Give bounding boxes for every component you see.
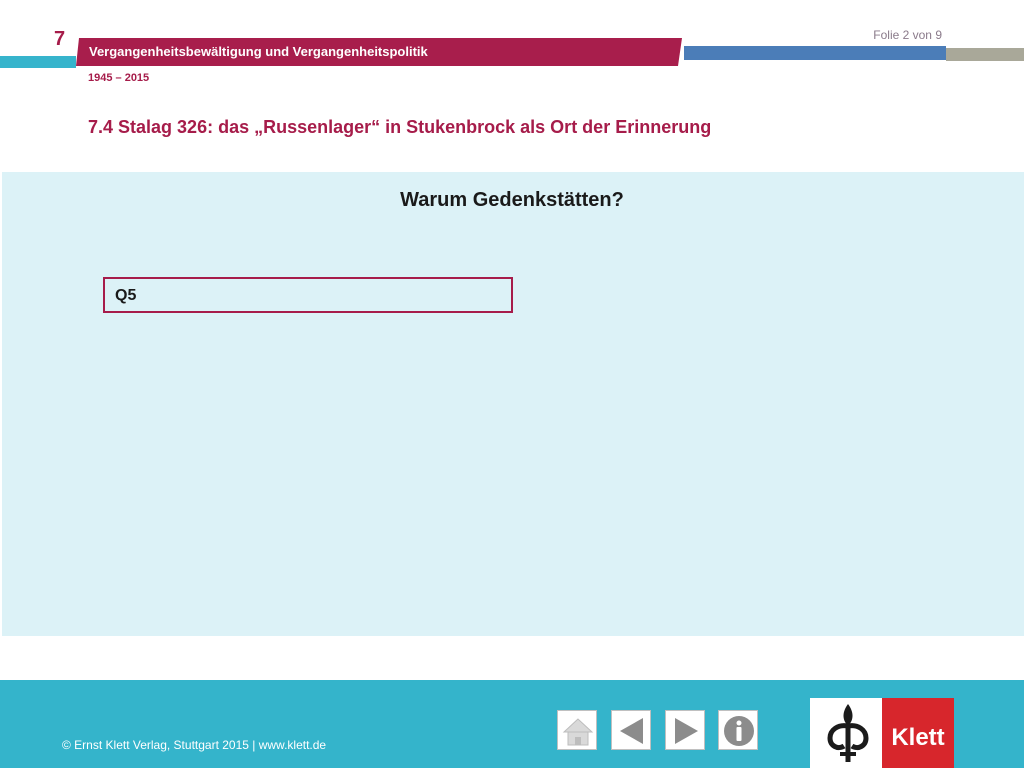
klett-emblem-icon (827, 704, 869, 762)
slide-counter: Folie 2 von 9 (873, 28, 942, 42)
arrow-left-icon (620, 718, 643, 744)
home-icon (562, 718, 594, 746)
info-icon (724, 716, 754, 746)
slide: 7 Vergangenheitsbewältigung und Vergange… (0, 0, 1024, 768)
content-panel (2, 172, 1024, 636)
source-label: Q5 (115, 287, 137, 304)
chapter-title: Vergangenheitsbewältigung und Vergangenh… (89, 44, 428, 59)
header-blue-stripe (684, 46, 946, 60)
arrow-right-icon (675, 718, 698, 744)
chapter-number: 7 (54, 28, 66, 50)
klett-logo: Klett (810, 698, 954, 768)
header-teal-stripe (0, 56, 76, 68)
period-label: 1945 – 2015 (88, 72, 150, 84)
klett-brand-text: Klett (891, 724, 945, 751)
source-box-q5[interactable]: Q5 (103, 277, 513, 313)
content-heading: Warum Gedenkstätten? (400, 189, 624, 211)
header-grey-stripe (946, 48, 1024, 61)
section-title: 7.4 Stalag 326: das „Russenlager“ in Stu… (88, 117, 712, 137)
klett-brand: Klett (882, 698, 954, 768)
next-slide-button[interactable] (665, 710, 705, 750)
info-button[interactable] (718, 710, 758, 750)
previous-slide-button[interactable] (611, 710, 651, 750)
home-button[interactable] (557, 710, 597, 750)
copyright-text: © Ernst Klett Verlag, Stuttgart 2015 | w… (62, 738, 327, 752)
